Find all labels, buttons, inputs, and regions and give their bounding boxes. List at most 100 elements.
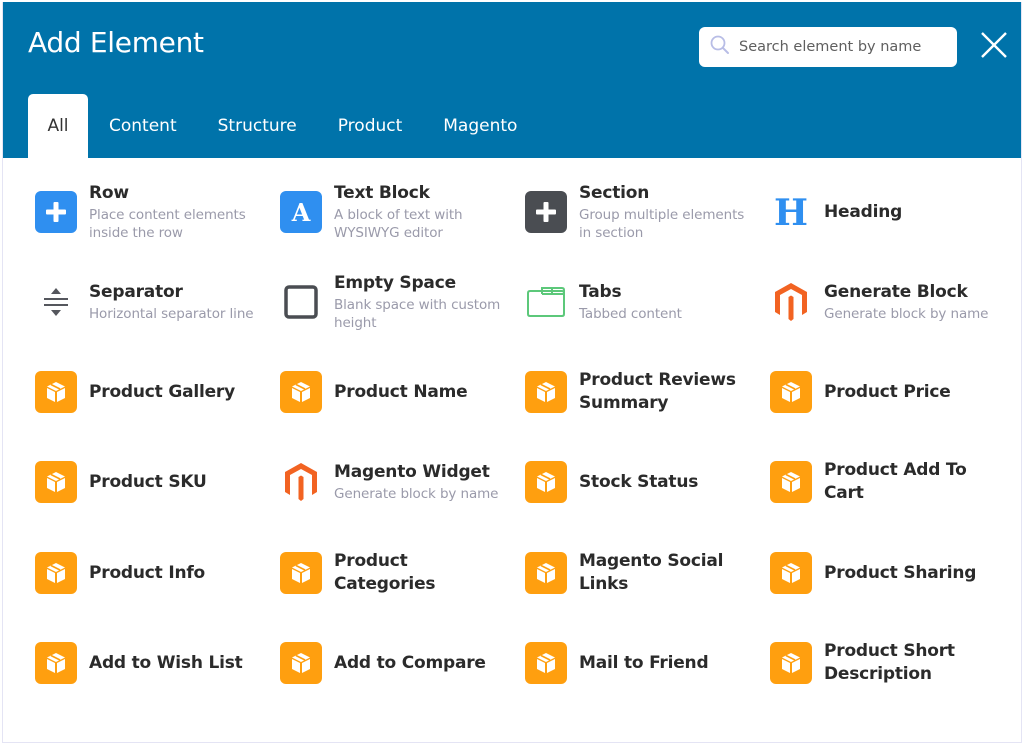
element-description: Horizontal separator line	[89, 306, 254, 322]
element-text: Heading	[824, 201, 902, 224]
box-icon	[35, 552, 77, 594]
magento-logo-icon	[280, 461, 322, 503]
element-text: Add to Compare	[334, 652, 486, 675]
element-name: Magento Widget	[334, 462, 490, 482]
element-product-short-description[interactable]: Product Short Description	[770, 633, 1005, 693]
tab-all[interactable]: All	[28, 94, 88, 158]
element-description: Group multiple elements in section	[579, 207, 745, 241]
element-name: Product Short Description	[824, 641, 955, 684]
svg-text:A: A	[291, 199, 311, 225]
element-name: Stock Status	[579, 471, 699, 492]
element-name: Product Sharing	[824, 562, 977, 583]
element-empty-space[interactable]: Empty Space Blank space with custom heigh…	[280, 272, 515, 332]
box-icon	[525, 552, 567, 594]
element-add-to-compare[interactable]: Add to Compare	[280, 633, 515, 693]
box-icon	[35, 642, 77, 684]
element-name: Tabs	[579, 282, 622, 302]
box-icon	[770, 371, 812, 413]
box-icon	[770, 461, 812, 503]
element-text: Product SKU	[89, 471, 207, 494]
heading-h-icon: H	[770, 191, 812, 233]
box-icon	[280, 642, 322, 684]
element-name: Product Info	[89, 562, 206, 583]
element-name: Heading	[824, 201, 903, 222]
element-text: Stock Status	[579, 471, 698, 494]
tabs-icon	[525, 281, 567, 323]
tab-product[interactable]: Product	[318, 94, 423, 158]
element-name: Product Name	[334, 381, 468, 402]
element-text: Product Short Description	[824, 640, 999, 686]
element-product-reviews-summary[interactable]: Product Reviews Summary	[525, 362, 760, 422]
element-text-block[interactable]: A Text Block A block of text with WYSIWYG …	[280, 182, 515, 242]
box-icon	[525, 461, 567, 503]
element-text: Product Add To Cart	[824, 459, 999, 505]
element-name: Magento Social Links	[579, 551, 724, 594]
element-separator[interactable]: Separator Horizontal separator line	[35, 272, 270, 332]
search-input[interactable]	[739, 39, 949, 55]
element-magento-social-links[interactable]: Magento Social Links	[525, 543, 760, 603]
element-product-sku[interactable]: Product SKU	[35, 452, 270, 512]
close-icon[interactable]	[978, 29, 1010, 61]
search-icon	[699, 34, 731, 60]
element-text: Generate Block Generate block by name	[824, 281, 988, 323]
element-heading[interactable]: H Heading	[770, 182, 1005, 242]
element-product-price[interactable]: Product Price	[770, 362, 1005, 422]
element-product-gallery[interactable]: Product Gallery	[35, 362, 270, 422]
element-text: Product Gallery	[89, 381, 235, 404]
element-text: Section Group multiple elements in sectio…	[579, 182, 754, 242]
element-name: Section	[579, 183, 650, 203]
element-row[interactable]: Row Place content elements inside the row	[35, 182, 270, 242]
element-description: Generate block by name	[824, 306, 989, 322]
tab-structure[interactable]: Structure	[198, 94, 317, 158]
element-text: Magento Social Links	[579, 550, 754, 596]
add-element-dialog: Add Element All Content Structure Produc…	[2, 2, 1022, 743]
text-a-icon: A	[280, 191, 322, 233]
element-product-info[interactable]: Product Info	[35, 543, 270, 603]
element-text: Product Name	[334, 381, 468, 404]
element-name: Row	[89, 183, 129, 203]
element-add-to-wish-list[interactable]: Add to Wish List	[35, 633, 270, 693]
tab-content[interactable]: Content	[89, 94, 197, 158]
element-text: Separator Horizontal separator line	[89, 281, 254, 323]
element-description: Tabbed content	[579, 306, 682, 322]
element-tabs[interactable]: Tabs Tabbed content	[525, 272, 760, 332]
element-name: Product Gallery	[89, 381, 235, 402]
element-text: Product Reviews Summary	[579, 369, 754, 415]
element-product-sharing[interactable]: Product Sharing	[770, 543, 1005, 603]
element-text: Product Price	[824, 381, 951, 404]
box-icon	[35, 461, 77, 503]
box-icon	[770, 552, 812, 594]
close-button[interactable]	[978, 29, 1010, 61]
element-name: Add to Compare	[334, 652, 486, 673]
element-stock-status[interactable]: Stock Status	[525, 452, 760, 512]
plus-blue-icon	[35, 191, 77, 233]
element-text: Magento Widget Generate block by name	[334, 461, 498, 503]
search-box[interactable]	[699, 27, 957, 67]
element-name: Product Categories	[334, 551, 436, 594]
plus-dark-icon	[525, 191, 567, 233]
dialog-title: Add Element	[28, 26, 204, 59]
element-description: Place content elements inside the row	[89, 207, 246, 241]
box-icon	[280, 371, 322, 413]
element-name: Mail to Friend	[579, 652, 709, 673]
element-name: Generate Block	[824, 282, 968, 302]
element-name: Separator	[89, 282, 183, 302]
element-text: Product Info	[89, 562, 205, 585]
element-name: Product Add To Cart	[824, 460, 967, 503]
tab-magento[interactable]: Magento	[423, 94, 537, 158]
element-text: Add to Wish List	[89, 652, 243, 675]
dialog-header: Add Element All Content Structure Produc…	[3, 2, 1021, 158]
element-description: A block of text with WYSIWYG editor	[334, 207, 463, 241]
element-magento-widget[interactable]: Magento Widget Generate block by name	[280, 452, 515, 512]
magento-logo-icon	[770, 281, 812, 323]
element-product-name[interactable]: Product Name	[280, 362, 515, 422]
element-generate-block[interactable]: Generate Block Generate block by name	[770, 272, 1005, 332]
element-section[interactable]: Section Group multiple elements in sectio…	[525, 182, 760, 242]
element-mail-to-friend[interactable]: Mail to Friend	[525, 633, 760, 693]
box-icon	[35, 371, 77, 413]
box-icon	[525, 371, 567, 413]
element-text: Row Place content elements inside the row	[89, 182, 264, 242]
element-product-categories[interactable]: Product Categories	[280, 543, 515, 603]
category-tabs: All Content Structure Product Magento	[28, 94, 538, 158]
element-product-add-to-cart[interactable]: Product Add To Cart	[770, 452, 1005, 512]
